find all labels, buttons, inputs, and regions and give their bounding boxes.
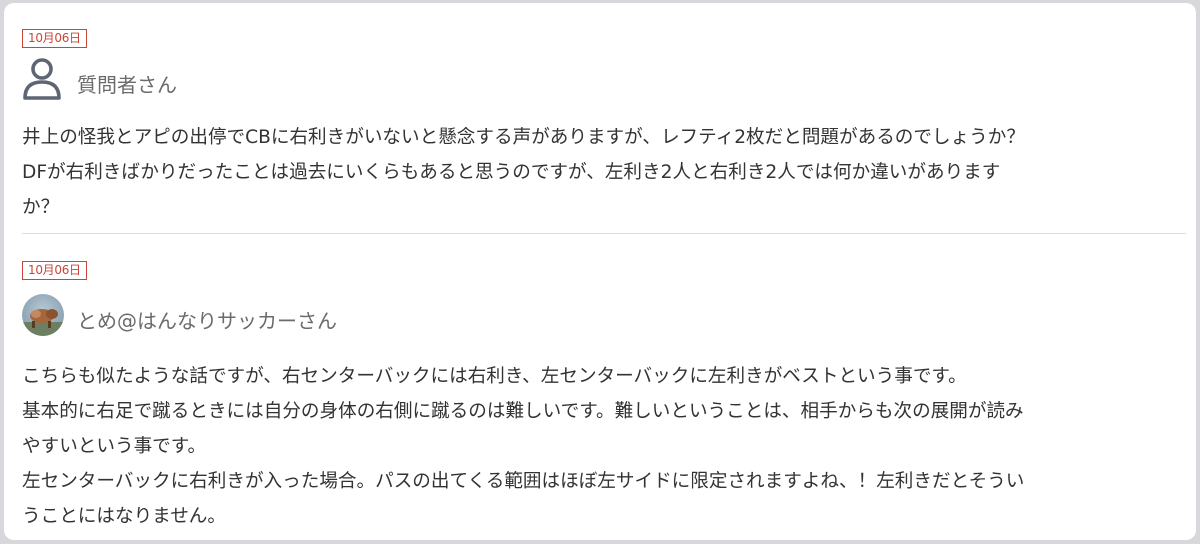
question-line: か？ [22, 197, 60, 218]
answer-author-name[interactable]: とめ@はんなりサッカーさん [77, 305, 337, 334]
answer-line: 左センターバックに右利きが入った場合。パスの出てくる範囲はほぼ左サイドに限定され… [22, 471, 1025, 492]
answer-line: うことにはなりません。 [22, 506, 226, 527]
entry-divider [22, 233, 1186, 234]
answer-body: こちらも似たような話ですが、右センターバックには右利き、左センターバックに左利き… [22, 359, 1186, 534]
answer-date-badge: 10月06日 [22, 261, 87, 280]
qa-card: 10月06日 質問者さん 井上の怪我とアピの出停でCBに右利きがいないと懸念する… [4, 3, 1196, 540]
answer-entry: 10月06日 とめ@はんなりサッカーさん こちらも似たような話ですが、右センター… [22, 259, 1186, 534]
question-line: 井上の怪我とアピの出停でCBに右利きがいないと懸念する声がありますが、レフティ2… [22, 127, 1025, 148]
answer-line: やすいという事です。 [22, 436, 207, 457]
user-outline-icon [22, 57, 62, 101]
question-date-badge: 10月06日 [22, 29, 87, 48]
answer-author-row: とめ@はんなりサッカーさん [22, 287, 1186, 336]
question-author-name[interactable]: 質問者さん [77, 69, 177, 98]
question-author-row: 質問者さん [22, 55, 1186, 101]
answer-line: 基本的に右足で蹴るときには自分の身体の右側に蹴るのは難しいです。難しいということ… [22, 401, 1024, 422]
question-body: 井上の怪我とアピの出停でCBに右利きがいないと懸念する声がありますが、レフティ2… [22, 120, 1186, 225]
question-line: DFが右利きばかりだったことは過去にいくらもあると思うのですが、左利き2人と右利… [22, 162, 1001, 183]
question-entry: 10月06日 質問者さん 井上の怪我とアピの出停でCBに右利きがいないと懸念する… [22, 27, 1186, 225]
user-photo-avatar[interactable] [22, 294, 64, 336]
answer-line: こちらも似たような話ですが、右センターバックには右利き、左センターバックに左利き… [22, 366, 967, 387]
